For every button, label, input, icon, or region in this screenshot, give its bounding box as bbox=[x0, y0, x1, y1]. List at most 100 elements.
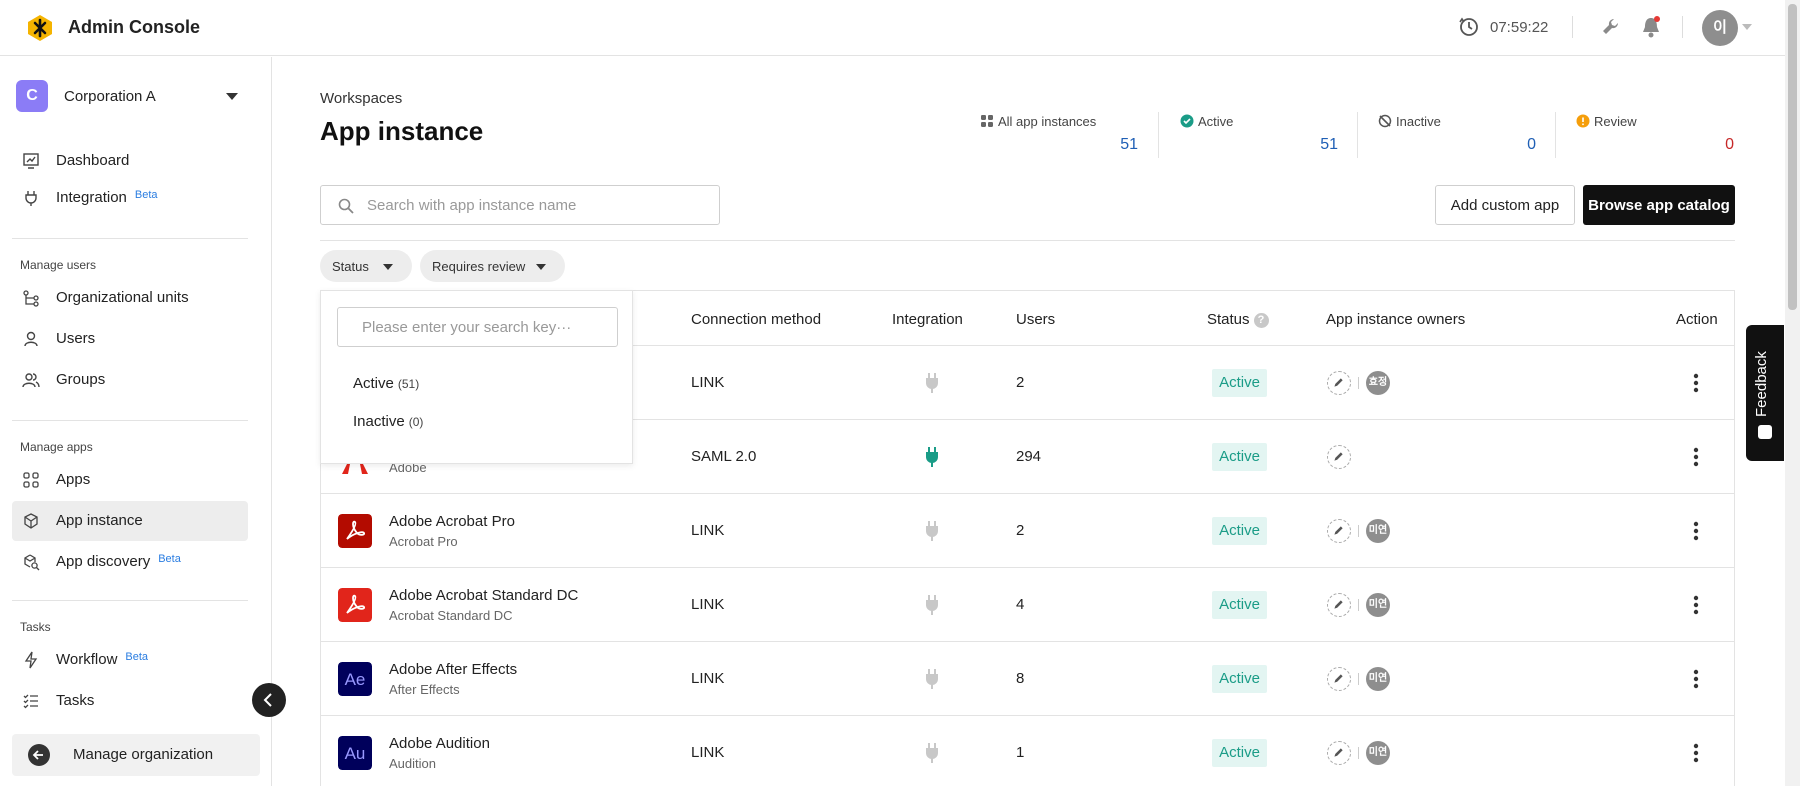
chip-label: Requires review bbox=[432, 259, 526, 274]
history-clock-icon[interactable] bbox=[1458, 16, 1480, 38]
more-actions-icon[interactable] bbox=[1693, 594, 1699, 616]
table-row[interactable]: Au Adobe Audition Audition LINK 1 Active… bbox=[321, 715, 1734, 786]
user-count: 8 bbox=[1016, 670, 1025, 687]
column-header-connection-method[interactable]: Connection method bbox=[691, 311, 821, 328]
user-avatar[interactable]: 이 bbox=[1702, 10, 1738, 46]
status-filter-dropdown: Active(51) Inactive(0) bbox=[320, 290, 633, 464]
page-scrollbar[interactable] bbox=[1785, 0, 1800, 786]
user-count: 4 bbox=[1016, 596, 1025, 613]
org-badge[interactable]: C bbox=[16, 80, 48, 112]
sidebar-item-label: Workflow bbox=[56, 651, 118, 668]
status-option-inactive[interactable]: Inactive (0) bbox=[353, 413, 423, 430]
app-logo-text: Ae bbox=[345, 670, 366, 689]
apps-grid-icon bbox=[23, 472, 39, 488]
column-header-users[interactable]: Users bbox=[1016, 311, 1055, 328]
column-header-app-instance-owners[interactable]: App instance owners bbox=[1326, 311, 1465, 328]
divider bbox=[1357, 112, 1358, 158]
status-badge: Active bbox=[1212, 665, 1267, 693]
status-badge: Active bbox=[1212, 591, 1267, 619]
wrench-icon[interactable] bbox=[1600, 16, 1622, 38]
chevron-down-icon[interactable] bbox=[1742, 24, 1752, 30]
sidebar-item-users[interactable]: Users bbox=[12, 319, 248, 359]
more-actions-icon[interactable] bbox=[1693, 446, 1699, 468]
requires-review-filter-chip[interactable]: Requires review bbox=[420, 250, 565, 282]
app-name[interactable]: Adobe Acrobat Standard DC bbox=[389, 587, 578, 604]
edit-owner-button[interactable] bbox=[1327, 741, 1351, 765]
collapse-sidebar-button[interactable] bbox=[252, 683, 286, 717]
app-logo-text: Au bbox=[345, 744, 366, 763]
search-box[interactable] bbox=[320, 185, 720, 225]
connection-method: LINK bbox=[691, 596, 725, 613]
add-custom-app-button[interactable]: Add custom app bbox=[1435, 185, 1575, 225]
pencil-icon bbox=[1334, 452, 1343, 461]
edit-owner-button[interactable] bbox=[1327, 593, 1351, 617]
sidebar-item-label: Apps bbox=[56, 471, 91, 488]
sidebar-item-workflow[interactable]: Workflow Beta bbox=[12, 640, 248, 680]
section-title-tasks: Tasks bbox=[20, 620, 51, 634]
owner-avatar[interactable]: 미연 bbox=[1366, 667, 1390, 691]
table-row[interactable]: Adobe Acrobat Standard DC Acrobat Standa… bbox=[321, 567, 1734, 641]
sidebar-item-app-instance[interactable]: App instance bbox=[12, 501, 248, 541]
column-header-status-label: Status bbox=[1207, 311, 1250, 328]
more-actions-icon[interactable] bbox=[1693, 520, 1699, 542]
chevron-left-icon bbox=[263, 693, 272, 707]
table-row[interactable]: Adobe Acrobat Pro Acrobat Pro LINK 2 Act… bbox=[321, 493, 1734, 567]
divider bbox=[1358, 377, 1359, 389]
acrobat-pro-logo-icon bbox=[338, 514, 372, 548]
sidebar-item-dashboard[interactable]: Dashboard bbox=[12, 141, 248, 181]
org-name[interactable]: Corporation A bbox=[64, 88, 156, 105]
scrollbar-thumb[interactable] bbox=[1788, 4, 1797, 310]
edit-owner-button[interactable] bbox=[1327, 445, 1351, 469]
bell-icon[interactable] bbox=[1640, 15, 1662, 39]
owner-avatar[interactable]: 미연 bbox=[1366, 519, 1390, 543]
more-actions-icon[interactable] bbox=[1693, 372, 1699, 394]
manage-organization-button[interactable]: Manage organization bbox=[12, 734, 260, 776]
admin-console-logo[interactable] bbox=[26, 14, 54, 42]
sidebar-item-label: Dashboard bbox=[56, 152, 130, 169]
divider bbox=[320, 240, 1735, 241]
stat-review[interactable]: Review 0 bbox=[1570, 112, 1734, 160]
sidebar-item-tasks[interactable]: Tasks bbox=[12, 681, 248, 721]
plug-icon bbox=[926, 595, 938, 615]
more-actions-icon[interactable] bbox=[1693, 742, 1699, 764]
connection-method: LINK bbox=[691, 522, 725, 539]
breadcrumb[interactable]: Workspaces bbox=[320, 90, 402, 107]
owner-avatar[interactable]: 미연 bbox=[1366, 741, 1390, 765]
edit-owner-button[interactable] bbox=[1327, 667, 1351, 691]
edit-owner-button[interactable] bbox=[1327, 519, 1351, 543]
more-actions-icon[interactable] bbox=[1693, 668, 1699, 690]
stat-label: All app instances bbox=[998, 114, 1097, 129]
help-icon[interactable]: ? bbox=[1253, 313, 1269, 328]
edit-owner-button[interactable] bbox=[1327, 371, 1351, 395]
connection-method: LINK bbox=[691, 374, 725, 391]
connection-method: SAML 2.0 bbox=[691, 448, 757, 465]
owner-avatar[interactable]: 미연 bbox=[1366, 593, 1390, 617]
sidebar-item-integration[interactable]: Integration Beta bbox=[12, 178, 248, 218]
stat-inactive[interactable]: Inactive 0 bbox=[1372, 112, 1536, 160]
column-header-integration[interactable]: Integration bbox=[892, 311, 963, 328]
org-dropdown-caret-icon[interactable] bbox=[226, 93, 238, 100]
app-name[interactable]: Adobe Acrobat Pro bbox=[389, 513, 515, 530]
divider bbox=[1572, 16, 1573, 38]
stat-all-app-instances[interactable]: All app instances 51 bbox=[974, 112, 1138, 160]
column-header-status[interactable]: Status? bbox=[1207, 311, 1269, 329]
dropdown-search-input[interactable] bbox=[337, 307, 618, 347]
sidebar-item-groups[interactable]: Groups bbox=[12, 360, 248, 400]
app-name[interactable]: Adobe After Effects bbox=[389, 661, 517, 678]
sidebar-item-app-discovery[interactable]: App discovery Beta bbox=[12, 542, 248, 582]
feedback-tab[interactable]: Feedback bbox=[1746, 325, 1784, 461]
stat-active[interactable]: Active 51 bbox=[1174, 112, 1338, 160]
search-input[interactable] bbox=[367, 194, 697, 216]
app-name[interactable]: Adobe Audition bbox=[389, 735, 490, 752]
status-option-active[interactable]: Active (51) bbox=[353, 375, 419, 392]
app-subtitle: After Effects bbox=[389, 682, 460, 697]
sidebar-item-apps[interactable]: Apps bbox=[12, 460, 248, 500]
sidebar-item-organizational-units[interactable]: Organizational units bbox=[12, 278, 248, 318]
stat-value: 51 bbox=[1320, 136, 1338, 153]
app-subtitle: Acrobat Pro bbox=[389, 534, 458, 549]
divider bbox=[1555, 112, 1556, 158]
status-filter-chip[interactable]: Status bbox=[320, 250, 412, 282]
table-row[interactable]: Ae Adobe After Effects After Effects LIN… bbox=[321, 641, 1734, 715]
browse-app-catalog-button[interactable]: Browse app catalog bbox=[1583, 185, 1735, 225]
owner-avatar[interactable]: 효정 bbox=[1366, 371, 1390, 395]
